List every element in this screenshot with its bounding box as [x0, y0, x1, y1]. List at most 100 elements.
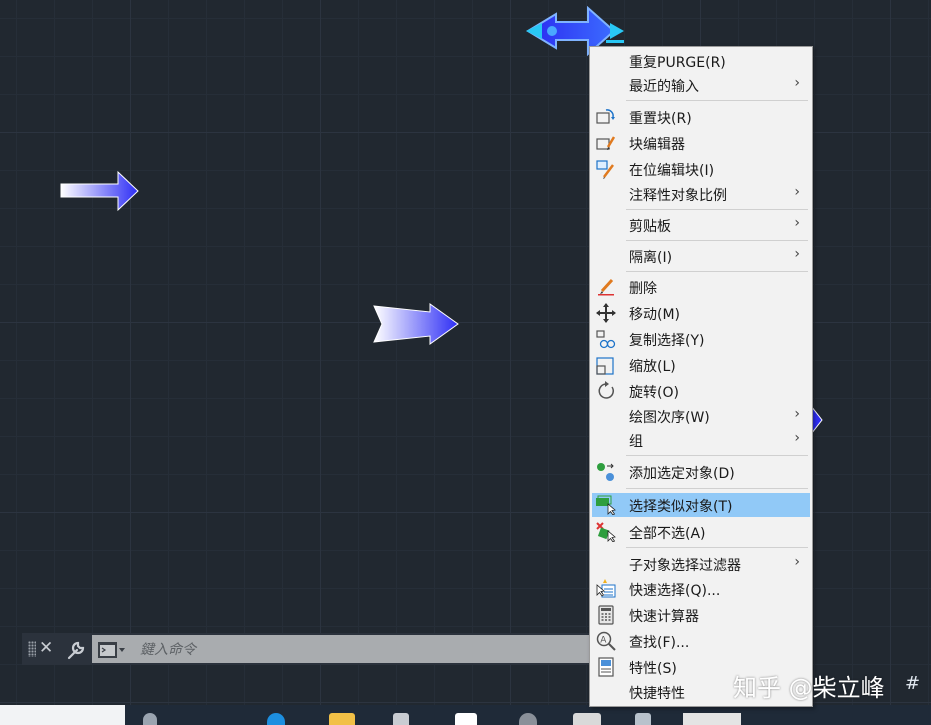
menu-item-label: 快捷特性 [629, 686, 685, 702]
menu-item-draw-order[interactable]: 绘图次序(W) › [592, 404, 810, 428]
scale-icon [596, 357, 614, 375]
menu-item-annotative-scale[interactable]: 注释性对象比例 › [592, 182, 810, 206]
menu-item-add-selected[interactable]: 添加选定对象(D) [592, 460, 810, 484]
menu-item-label: 移动(M) [629, 307, 681, 323]
gradient-arrow-small[interactable] [60, 170, 140, 212]
grip-handle-icon[interactable] [28, 641, 36, 657]
menu-item-label: 全部不选(A) [629, 526, 706, 542]
folder-icon[interactable] [329, 713, 355, 725]
notepad-icon[interactable] [635, 713, 651, 725]
submenu-arrow-icon: › [794, 430, 800, 446]
menu-item-label: 快速选择(Q)... [629, 583, 721, 599]
menu-item-quick-calc[interactable]: 快速计算器 [592, 603, 810, 627]
menu-item-rotate[interactable]: 旋转(O) [592, 379, 810, 403]
menu-item-group[interactable]: 组 › [592, 428, 810, 452]
menu-separator [626, 240, 808, 241]
menu-item-subobject-filter[interactable]: 子对象选择过滤器 › [592, 552, 810, 576]
store-icon[interactable] [393, 713, 409, 725]
menu-item-isolate[interactable]: 隔离(I) › [592, 244, 810, 268]
calculator-icon [598, 605, 614, 625]
chrome-icon[interactable] [519, 713, 537, 725]
menu-separator [626, 271, 808, 272]
menu-item-clipboard[interactable]: 剪贴板 › [592, 213, 810, 237]
taskbar-apps [125, 705, 931, 725]
menu-separator [626, 455, 808, 456]
menu-item-label: 注释性对象比例 [629, 188, 727, 204]
close-icon[interactable]: ✕ [39, 638, 53, 658]
menu-separator [626, 209, 808, 210]
submenu-arrow-icon: › [794, 554, 800, 570]
menu-separator [626, 488, 808, 489]
menu-item-repeat-purge[interactable]: 重复PURGE(R) [592, 49, 810, 73]
deselect-all-icon [596, 522, 616, 542]
menu-item-label: 旋转(O) [629, 385, 679, 401]
submenu-arrow-icon: › [794, 406, 800, 422]
watermark-text: 知乎 @柴立峰 [733, 674, 885, 702]
menu-separator [626, 547, 808, 548]
rotate-icon [598, 381, 614, 399]
submenu-arrow-icon: › [794, 215, 800, 231]
gradient-arrow-large[interactable] [372, 302, 460, 348]
menu-item-move[interactable]: 移动(M) [592, 301, 810, 325]
select-similar-icon [596, 495, 616, 515]
svg-text:A: A [600, 636, 607, 646]
command-prompt-icon[interactable] [98, 642, 126, 658]
menu-item-label: 删除 [629, 281, 657, 297]
edge-browser-icon[interactable] [267, 713, 285, 725]
autocad-active-icon[interactable] [683, 713, 741, 725]
find-icon: A [596, 631, 616, 651]
menu-item-copy-selection[interactable]: 复制选择(Y) [592, 327, 810, 351]
submenu-arrow-icon: › [794, 75, 800, 91]
grip-left-icon[interactable] [526, 23, 542, 39]
menu-item-label: 最近的输入 [629, 79, 699, 95]
search-icon[interactable] [143, 713, 157, 725]
grip-center-icon[interactable] [547, 26, 557, 36]
menu-item-label: 重置块(R) [629, 111, 692, 127]
app-icon[interactable] [455, 713, 477, 725]
menu-separator [626, 100, 808, 101]
quick-select-icon [596, 579, 616, 598]
menu-item-label: 复制选择(Y) [629, 333, 705, 349]
context-menu: 重复PURGE(R) 最近的输入 › 重置块(R) 块编辑器 在位编辑块(I) … [589, 46, 813, 707]
menu-item-label: 查找(F)... [629, 635, 690, 651]
grid-icon[interactable]: # [905, 673, 920, 694]
menu-item-label: 在位编辑块(I) [629, 163, 715, 179]
menu-item-edit-in-place[interactable]: 在位编辑块(I) [592, 157, 810, 181]
menu-item-label: 剪贴板 [629, 219, 671, 235]
wrench-icon[interactable] [65, 639, 87, 661]
menu-item-select-similar[interactable]: 选择类似对象(T) [592, 493, 810, 517]
menu-item-quick-select[interactable]: 快速选择(Q)... [592, 577, 810, 601]
menu-item-deselect-all[interactable]: 全部不选(A) [592, 520, 810, 544]
block-reset-icon [596, 109, 615, 124]
menu-item-label: 快速计算器 [629, 609, 699, 625]
taskbar [0, 705, 931, 725]
menu-item-label: 子对象选择过滤器 [629, 558, 741, 574]
menu-item-erase[interactable]: 删除 [592, 275, 810, 299]
grip-right-icon[interactable] [610, 23, 624, 39]
erase-icon [598, 278, 614, 296]
menu-item-label: 添加选定对象(D) [629, 466, 735, 482]
menu-item-label: 重复PURGE(R) [629, 55, 726, 71]
menu-item-block-editor[interactable]: 块编辑器 [592, 131, 810, 155]
menu-item-label: 隔离(I) [629, 250, 673, 266]
taskbar-search-area[interactable] [0, 705, 125, 725]
command-line-bar: ✕ [22, 633, 594, 665]
submenu-arrow-icon: › [794, 246, 800, 262]
autocad-icon[interactable] [573, 713, 601, 725]
submenu-arrow-icon: › [794, 184, 800, 200]
menu-item-find[interactable]: A 查找(F)... [592, 629, 810, 653]
menu-item-recent-input[interactable]: 最近的输入 › [592, 73, 810, 97]
menu-item-label: 特性(S) [629, 661, 677, 677]
copy-icon [596, 330, 616, 349]
menu-item-block-reset[interactable]: 重置块(R) [592, 105, 810, 129]
menu-item-label: 绘图次序(W) [629, 410, 710, 426]
menu-item-label: 块编辑器 [629, 137, 685, 153]
block-editor-icon [596, 136, 616, 150]
edit-in-place-icon [596, 160, 614, 179]
command-input[interactable] [138, 639, 582, 661]
menu-item-label: 缩放(L) [629, 359, 676, 375]
command-input-box[interactable] [92, 635, 594, 663]
menu-item-label: 选择类似对象(T) [629, 499, 733, 515]
move-icon [596, 303, 616, 323]
menu-item-scale[interactable]: 缩放(L) [592, 353, 810, 377]
